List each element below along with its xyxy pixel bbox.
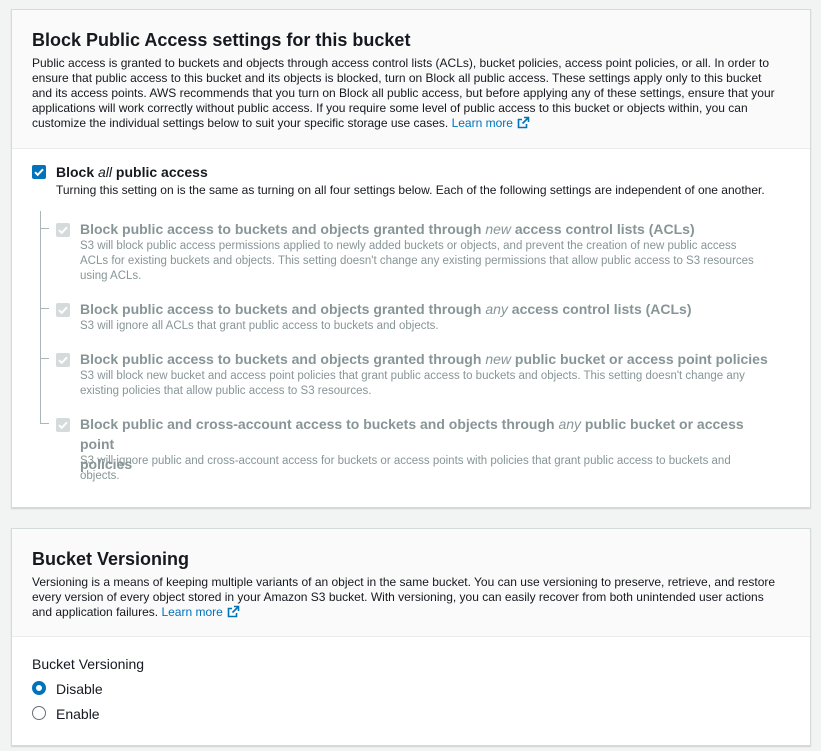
block-public-access-description: Public access is granted to buckets and … [32, 56, 790, 133]
sub-option-title: Block public access to buckets and objec… [80, 301, 692, 317]
tree-connector [40, 211, 41, 424]
external-link-icon [227, 605, 240, 622]
block-all-description: Turning this setting on is the same as t… [56, 183, 765, 197]
check-icon [58, 226, 68, 235]
sub-option-checkbox [56, 223, 70, 237]
sub-option-checkbox [56, 303, 70, 317]
block-all-label: Block all public access [56, 164, 208, 180]
bucket-versioning-form: Bucket Versioning Disable Enable [12, 637, 810, 745]
versioning-learn-more-link[interactable]: Learn more [161, 605, 240, 622]
bucket-versioning-description: Versioning is a means of keeping multipl… [32, 575, 790, 622]
bucket-versioning-field-label: Bucket Versioning [32, 656, 145, 672]
sub-option-description: S3 will ignore public and cross-account … [80, 455, 731, 482]
check-icon [58, 306, 68, 315]
learn-more-link[interactable]: Learn more [452, 116, 530, 130]
tree-tick [40, 358, 49, 359]
tree-tick [40, 228, 49, 229]
sub-option-description: S3 will block public access permissions … [80, 240, 754, 282]
bucket-versioning-panel: Bucket Versioning Versioning is a means … [11, 528, 811, 746]
sub-option-title: Block public access to buckets and objec… [80, 351, 768, 367]
sub-option-description: S3 will ignore all ACLs that grant publi… [80, 320, 439, 332]
tree-tick [40, 308, 49, 309]
sub-option-title: Block public access to buckets and objec… [80, 221, 695, 237]
external-link-icon [517, 116, 530, 133]
block-public-access-panel: Block Public Access settings for this bu… [11, 9, 811, 508]
enable-label: Enable [56, 706, 100, 722]
block-public-access-options: Block all public access Turning this set… [12, 149, 810, 508]
check-icon [58, 421, 68, 430]
sub-option-checkbox [56, 418, 70, 432]
tree-tick [40, 423, 49, 424]
sub-option-checkbox [56, 353, 70, 367]
check-icon [34, 168, 44, 177]
enable-radio[interactable] [32, 706, 46, 720]
block-public-access-header: Block Public Access settings for this bu… [12, 10, 810, 149]
disable-radio[interactable] [32, 681, 46, 695]
block-all-checkbox[interactable] [32, 165, 46, 179]
block-public-access-title: Block Public Access settings for this bu… [32, 30, 411, 50]
sub-option-description: S3 will block new bucket and access poin… [80, 370, 745, 397]
bucket-versioning-header: Bucket Versioning Versioning is a means … [12, 529, 810, 637]
check-icon [58, 356, 68, 365]
disable-label: Disable [56, 681, 103, 697]
bucket-versioning-title: Bucket Versioning [32, 549, 190, 569]
